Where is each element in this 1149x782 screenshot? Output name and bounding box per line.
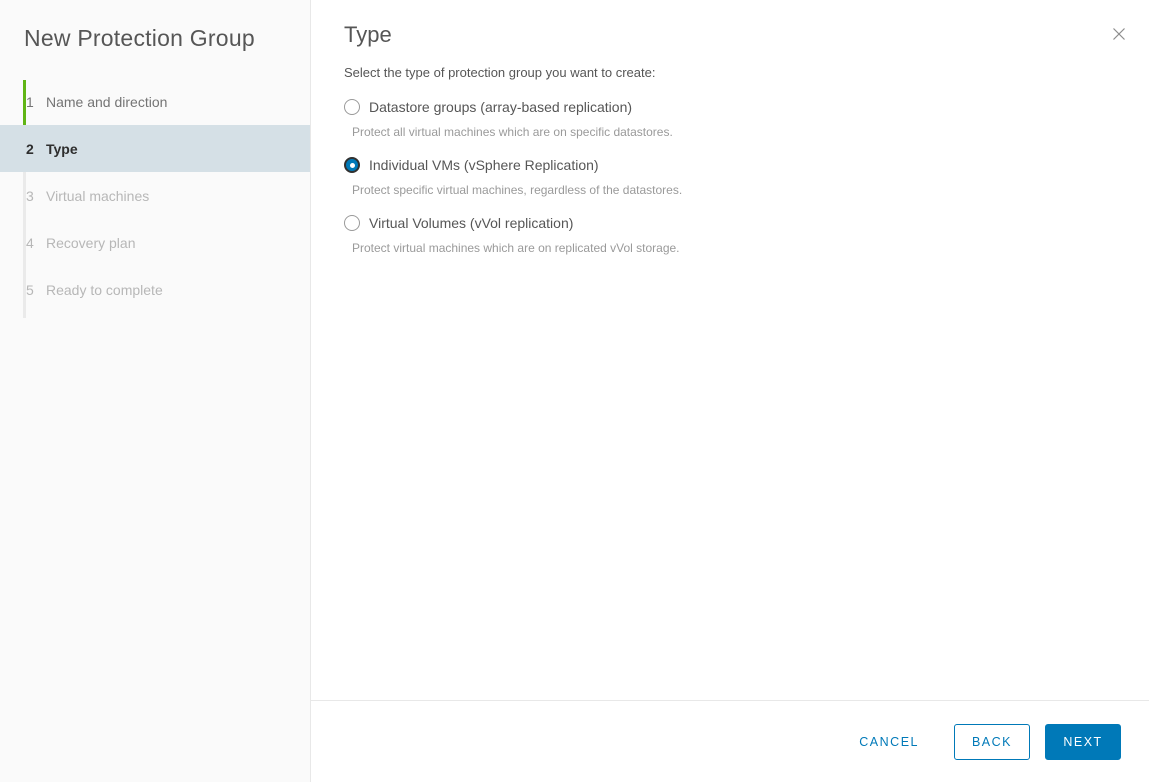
option-label: Datastore groups (array-based replicatio… [369, 99, 633, 115]
sidebar-step-ready-to-complete: 5 Ready to complete [0, 266, 310, 313]
option-label: Virtual Volumes (vVol replication) [369, 215, 574, 231]
radio-option-individual-vms[interactable]: Individual VMs (vSphere Replication) [344, 154, 1113, 176]
step-number: 2 [26, 140, 34, 157]
option-individual-vms: Individual VMs (vSphere Replication) Pro… [344, 154, 1113, 198]
wizard-step-list: 1 Name and direction 2 Type 3 Virtual ma… [0, 78, 310, 318]
wizard-footer: CANCEL BACK NEXT [311, 700, 1149, 782]
step-number: 1 [26, 93, 34, 110]
sidebar-step-name-and-direction[interactable]: 1 Name and direction [0, 78, 310, 125]
option-virtual-volumes: Virtual Volumes (vVol replication) Prote… [344, 212, 1113, 256]
step-number: 5 [26, 281, 34, 298]
option-datastore-groups: Datastore groups (array-based replicatio… [344, 96, 1113, 140]
step-label: Name and direction [46, 93, 168, 110]
step-label: Recovery plan [46, 234, 136, 251]
step-number: 3 [26, 187, 34, 204]
protection-group-type-radio-group: Datastore groups (array-based replicatio… [344, 96, 1113, 256]
wizard-main-panel: Type Select the type of protection group… [311, 0, 1149, 782]
wizard-sidebar: New Protection Group 1 Name and directio… [0, 0, 311, 782]
back-button[interactable]: BACK [954, 723, 1030, 760]
radio-option-virtual-volumes[interactable]: Virtual Volumes (vVol replication) [344, 212, 1113, 234]
option-description: Protect all virtual machines which are o… [352, 125, 673, 139]
option-description: Protect specific virtual machines, regar… [352, 183, 683, 197]
step-number: 4 [26, 234, 34, 251]
step-label: Virtual machines [46, 187, 150, 204]
new-protection-group-wizard: New Protection Group 1 Name and directio… [0, 0, 1149, 782]
page-instruction: Select the type of protection group you … [344, 65, 656, 80]
option-label: Individual VMs (vSphere Replication) [369, 157, 599, 173]
radio-icon-unchecked[interactable] [344, 99, 360, 115]
sidebar-step-virtual-machines: 3 Virtual machines [0, 172, 310, 219]
next-button[interactable]: NEXT [1045, 723, 1121, 760]
step-label: Ready to complete [46, 281, 163, 298]
wizard-content: Type Select the type of protection group… [311, 0, 1149, 700]
radio-icon-unchecked[interactable] [344, 215, 360, 231]
sidebar-step-recovery-plan: 4 Recovery plan [0, 219, 310, 266]
sidebar-step-type[interactable]: 2 Type [0, 125, 310, 172]
radio-option-datastore-groups[interactable]: Datastore groups (array-based replicatio… [344, 96, 1113, 118]
option-description: Protect virtual machines which are on re… [352, 241, 680, 255]
cancel-button[interactable]: CANCEL [844, 724, 934, 760]
wizard-title: New Protection Group [24, 25, 255, 51]
radio-icon-checked[interactable] [344, 157, 360, 173]
close-button[interactable] [1103, 18, 1135, 50]
close-icon [1113, 28, 1125, 40]
step-label: Type [46, 140, 78, 157]
page-title: Type [344, 22, 392, 47]
